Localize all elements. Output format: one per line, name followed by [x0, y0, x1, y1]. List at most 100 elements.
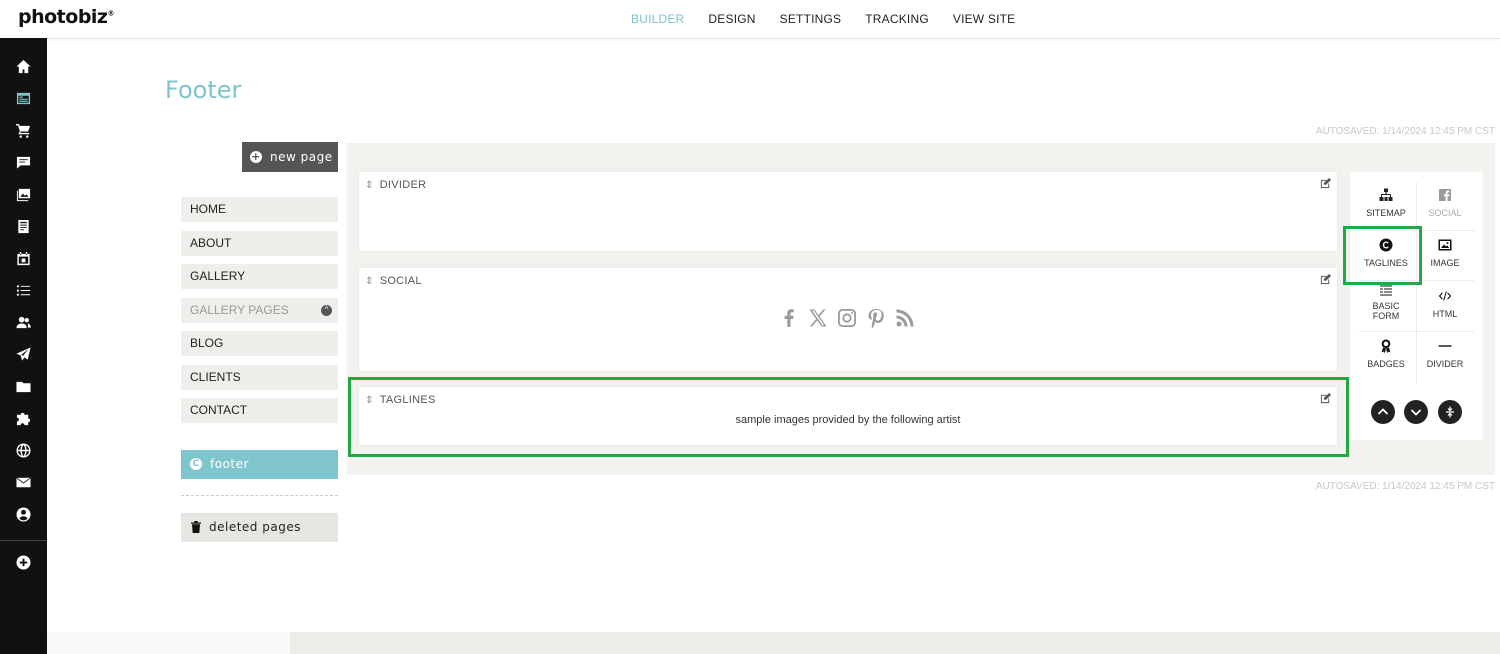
users-icon[interactable] [15, 314, 32, 331]
taglines-block[interactable]: ⇕ TAGLINES sample images provided by the … [359, 387, 1337, 445]
move-up-button[interactable] [1371, 400, 1395, 424]
puzzle-icon[interactable] [15, 410, 32, 427]
widget-html-label: HTML [1432, 309, 1458, 319]
widget-divider-label: DIVIDER [1426, 359, 1464, 369]
nav-tracking[interactable]: TRACKING [865, 12, 929, 26]
widget-social[interactable]: SOCIAL [1416, 188, 1474, 233]
page-item-gallery-pages-label: GALLERY PAGES [190, 302, 289, 317]
drag-handle-icon[interactable]: ⇕ [365, 276, 374, 287]
plus-icon: + [250, 150, 262, 163]
sitemap-icon [1379, 188, 1393, 201]
tagline-text[interactable]: sample images provided by the following … [359, 414, 1337, 426]
rss-icon[interactable] [895, 308, 915, 328]
calendar-icon[interactable] [15, 250, 32, 267]
nav-design[interactable]: DESIGN [708, 12, 755, 26]
x-icon[interactable] [808, 308, 828, 328]
nav-builder[interactable]: BUILDER [631, 12, 684, 26]
copyright-icon: C [190, 457, 202, 470]
add-icon[interactable] [15, 554, 32, 571]
deleted-pages-button[interactable]: deleted pages [181, 513, 338, 542]
page-list: HOME ABOUT GALLERY GALLERY PAGES ^ BLOG … [181, 197, 338, 432]
gallery-icon[interactable] [15, 186, 32, 203]
edit-icon[interactable] [1320, 274, 1331, 285]
account-icon[interactable] [15, 506, 32, 523]
document-icon[interactable] [15, 218, 32, 235]
edit-icon[interactable] [1320, 178, 1331, 189]
facebook-icon [1439, 189, 1451, 201]
collapse-button[interactable] [1438, 400, 1462, 424]
send-icon[interactable] [15, 346, 32, 363]
chevron-up-icon [1377, 408, 1389, 415]
divider-block[interactable]: ⇕ DIVIDER [359, 172, 1337, 251]
collapse-icon [1446, 406, 1454, 418]
taglines-widget-highlight [1343, 226, 1422, 285]
divider-block-label: DIVIDER [379, 179, 427, 191]
instagram-icon[interactable] [837, 308, 857, 328]
bottom-strip-left [47, 632, 290, 654]
list-icon[interactable] [15, 282, 32, 299]
page-item-contact[interactable]: CONTACT [181, 398, 338, 423]
website-icon[interactable] [15, 90, 32, 107]
top-bar: photobiz® BUILDER DESIGN SETTINGS TRACKI… [0, 0, 1500, 39]
widget-badges[interactable]: BADGES [1357, 339, 1415, 384]
page-item-home[interactable]: HOME [181, 197, 338, 222]
widget-social-label: SOCIAL [1428, 208, 1462, 218]
form-icon [1380, 285, 1392, 296]
widget-sitemap-label: SITEMAP [1366, 208, 1406, 218]
drag-handle-icon[interactable]: ⇕ [365, 180, 374, 191]
autosave-status-top: AUTOSAVED: 1/14/2024 12:45 PM CST [1315, 126, 1495, 137]
taglines-block-header: ⇕ TAGLINES [365, 394, 436, 406]
widget-basic-form-label: BASIC [1372, 301, 1400, 311]
chevron-up-icon[interactable]: ^ [321, 304, 332, 316]
autosave-status-bottom: AUTOSAVED: 1/14/2024 12:45 PM CST [1315, 481, 1495, 492]
social-block-header: ⇕ SOCIAL [365, 275, 422, 287]
comment-icon[interactable] [15, 154, 32, 171]
deleted-pages-label: deleted pages [209, 520, 301, 534]
taglines-block-label: TAGLINES [379, 394, 436, 406]
cart-icon[interactable] [15, 122, 32, 139]
trash-icon [191, 520, 201, 533]
image-icon [1438, 239, 1452, 251]
widget-divider[interactable]: DIVIDER [1416, 339, 1474, 384]
folder-icon[interactable] [15, 378, 32, 395]
icon-rail [0, 38, 47, 654]
page-item-gallery-pages[interactable]: GALLERY PAGES ^ [181, 297, 338, 323]
code-icon [1438, 291, 1452, 301]
social-block[interactable]: ⇕ SOCIAL [359, 268, 1337, 371]
widget-basic-form[interactable]: BASIC FORM [1357, 284, 1415, 329]
page-item-blog[interactable]: BLOG [181, 331, 338, 356]
page-item-clients[interactable]: CLIENTS [181, 364, 338, 390]
home-icon[interactable] [15, 58, 32, 75]
social-icons-row [779, 308, 915, 328]
page-list-separator [181, 495, 338, 496]
globe-icon[interactable] [15, 442, 32, 459]
page-title: Footer [165, 76, 242, 104]
bottom-strip-right [290, 632, 1500, 654]
photobiz-logo[interactable]: photobiz® [18, 6, 114, 28]
mail-icon[interactable] [15, 474, 32, 491]
rail-divider [0, 540, 47, 541]
chevron-down-icon [1410, 409, 1422, 416]
nav-view-site[interactable]: VIEW SITE [953, 12, 1015, 26]
widget-html[interactable]: HTML [1416, 289, 1474, 334]
page-item-footer[interactable]: Cfooter [181, 450, 338, 479]
widget-basic-form-label-2: FORM [1372, 311, 1400, 321]
edit-icon[interactable] [1320, 393, 1331, 404]
badge-icon [1381, 339, 1391, 353]
nav-settings[interactable]: SETTINGS [780, 12, 842, 26]
page-item-footer-label: footer [210, 457, 249, 471]
new-page-button[interactable]: + new page [242, 142, 338, 172]
drag-handle-icon[interactable]: ⇕ [365, 395, 374, 406]
social-block-label: SOCIAL [379, 275, 422, 287]
widget-badges-label: BADGES [1367, 359, 1405, 369]
page-item-gallery[interactable]: GALLERY [181, 264, 338, 289]
move-down-button[interactable] [1404, 400, 1428, 424]
facebook-icon[interactable] [779, 308, 799, 328]
widget-image-label: IMAGE [1430, 258, 1460, 268]
bottom-strip [47, 632, 1500, 654]
pinterest-icon[interactable] [866, 308, 886, 328]
divider-block-header: ⇕ DIVIDER [365, 179, 426, 191]
page-item-about[interactable]: ABOUT [181, 230, 338, 256]
widget-image[interactable]: IMAGE [1416, 238, 1474, 283]
top-nav: BUILDER DESIGN SETTINGS TRACKING VIEW SI… [631, 12, 1039, 26]
